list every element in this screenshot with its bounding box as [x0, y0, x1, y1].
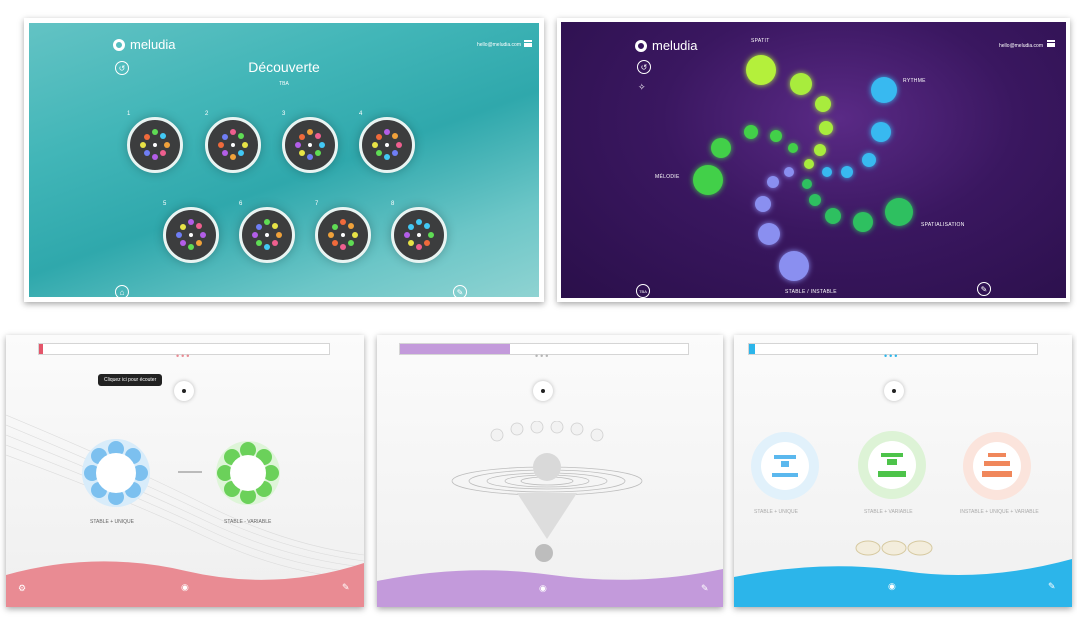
colors-exercise-panel: ••• STABLE + UNIQUE STABLE + VARIABLE IN…: [734, 335, 1072, 607]
progress-dots: •••: [176, 351, 192, 361]
page-title: Découverte: [248, 59, 320, 75]
caption-left: STABLE + UNIQUE: [90, 519, 134, 525]
screenshot-collage: meludia ↺ hello@meludia.com Découverte T…: [0, 0, 1077, 636]
label-spatialisation: SPATIALISATION: [921, 222, 965, 228]
play-button[interactable]: [884, 381, 904, 401]
exercise-card[interactable]: 8: [391, 201, 447, 263]
spiral-disc[interactable]: [205, 117, 261, 173]
spiral-disc[interactable]: [127, 117, 183, 173]
label-melodie: MÉLODIE: [655, 174, 680, 180]
home-icon[interactable]: ⌂: [115, 285, 129, 297]
caption-left: STABLE + UNIQUE: [754, 509, 798, 515]
exercise-card[interactable]: 1: [127, 111, 183, 173]
funnel-visual[interactable]: [437, 421, 667, 571]
user-email[interactable]: hello@meludia.com: [477, 42, 521, 48]
exercise-card[interactable]: 7: [315, 201, 371, 263]
menu-icon[interactable]: [524, 40, 532, 47]
spiral-disc[interactable]: [282, 117, 338, 173]
progress-fill: [749, 344, 755, 354]
edit-icon[interactable]: ✎: [977, 282, 991, 296]
caption-right: STABLE - VARIABLE: [224, 519, 272, 525]
green-stack-flower[interactable]: [854, 427, 930, 508]
exercise-card[interactable]: 4: [359, 111, 415, 173]
bottom-wave: [734, 559, 1072, 607]
funnel-exercise-panel: ••• ◉ ✎: [377, 335, 723, 607]
exercise-card[interactable]: 6: [239, 201, 295, 263]
stable-unique-flower[interactable]: [78, 435, 154, 516]
connector-line: [178, 471, 202, 473]
edit-icon[interactable]: ✎: [453, 285, 467, 297]
play-button[interactable]: [533, 381, 553, 401]
progress-dots: •••: [535, 351, 551, 361]
bottom-wave: [6, 561, 364, 607]
exercise-card[interactable]: 2: [205, 111, 261, 173]
center-icon[interactable]: ◉: [539, 583, 547, 594]
page-subtitle: TBA: [279, 81, 289, 87]
spiral-disc[interactable]: [239, 207, 295, 263]
caption-mid: STABLE + VARIABLE: [864, 509, 913, 515]
stable-exercise-panel: ••• Cliquez ici pour écouter STABLE + UN…: [6, 335, 364, 607]
play-button[interactable]: [174, 381, 194, 401]
exercise-card[interactable]: 3: [282, 111, 338, 173]
spiral-disc[interactable]: [391, 207, 447, 263]
blue-stack-flower[interactable]: [748, 429, 822, 508]
label-spatit: SPATIT: [751, 38, 770, 44]
stable-variable-flower[interactable]: [212, 437, 284, 514]
spiral-disc[interactable]: [163, 207, 219, 263]
progress-dots: •••: [884, 351, 900, 361]
spiral-map[interactable]: [561, 22, 1066, 298]
label-stable-instable: STABLE / INSTABLE: [785, 289, 837, 295]
progress-fill: [39, 344, 43, 354]
play-dot-icon: [541, 389, 545, 393]
orange-stack-flower[interactable]: [960, 429, 1034, 508]
settings-icon[interactable]: ⚙: [18, 583, 26, 594]
meludia-logo[interactable]: meludia: [113, 37, 176, 52]
edit-icon[interactable]: ✎: [1048, 581, 1056, 592]
label-rythme: RYTHME: [903, 78, 926, 84]
edit-icon[interactable]: ✎: [342, 582, 350, 593]
logo-ring-icon: [113, 38, 125, 51]
play-dot-icon: [182, 389, 186, 393]
play-dot-icon: [892, 389, 896, 393]
center-icon[interactable]: ◉: [181, 582, 189, 593]
edit-icon[interactable]: ✎: [701, 583, 709, 594]
exercise-card[interactable]: 5: [163, 201, 219, 263]
tooltip: Cliquez ici pour écouter: [98, 374, 163, 386]
logo-text: meludia: [130, 37, 176, 52]
center-icon[interactable]: ◉: [888, 581, 896, 592]
spiral-disc[interactable]: [359, 117, 415, 173]
spiral-disc[interactable]: [315, 207, 371, 263]
tba-button[interactable]: TBA: [636, 284, 650, 298]
discovery-panel: meludia ↺ hello@meludia.com Découverte T…: [24, 18, 544, 302]
bottom-wave: [377, 569, 723, 607]
caption-right: INSTABLE + UNIQUE + VARIABLE: [960, 509, 1039, 515]
progress-fill: [400, 344, 510, 354]
map-panel: meludia ↺ ✧ hello@meludia.com SPATIT RYT…: [557, 18, 1070, 302]
